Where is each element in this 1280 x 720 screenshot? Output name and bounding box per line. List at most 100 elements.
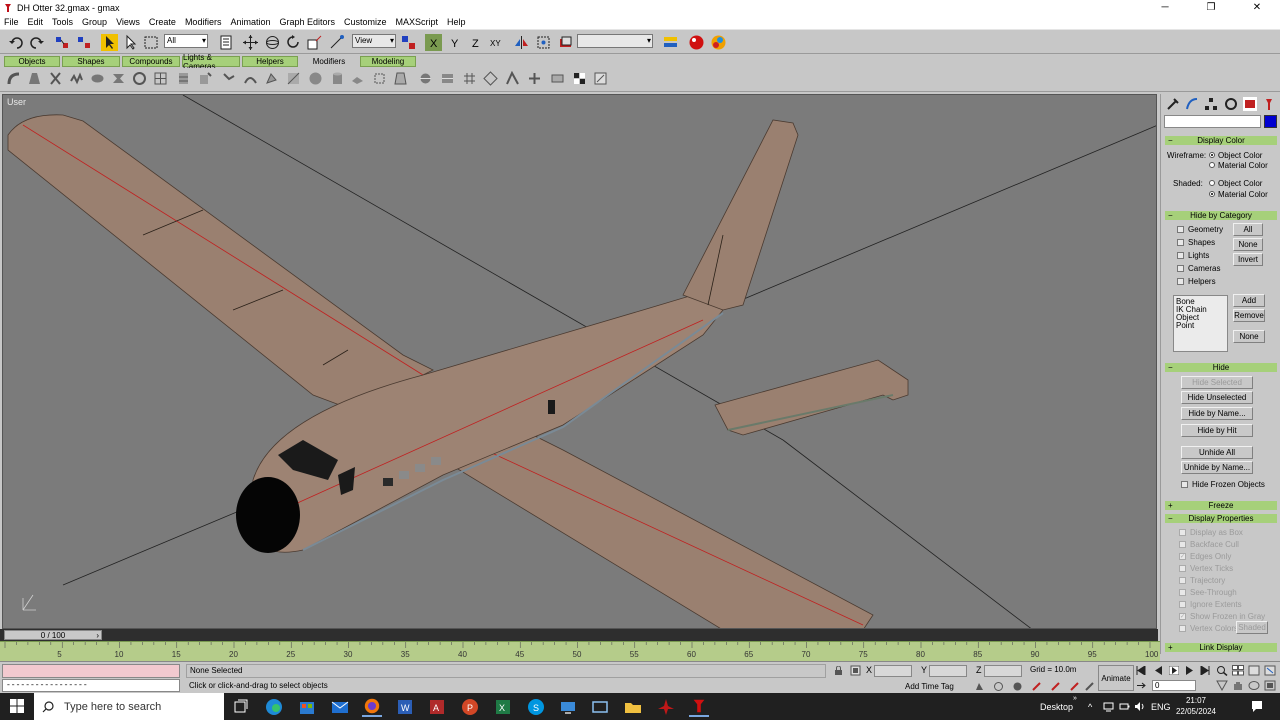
bevel-icon[interactable] bbox=[393, 71, 408, 86]
maximize-viewport-icon[interactable] bbox=[1264, 680, 1276, 691]
menu-tools[interactable]: Tools bbox=[52, 17, 73, 27]
vertex-colors-checkbox[interactable] bbox=[1179, 625, 1186, 632]
display-properties-rollout[interactable]: − Display Properties bbox=[1165, 514, 1277, 523]
next-frame-icon[interactable] bbox=[1185, 666, 1195, 675]
hide-shapes-checkbox[interactable] bbox=[1177, 239, 1184, 246]
category-all-button[interactable]: All bbox=[1233, 223, 1263, 236]
display-color-rollout[interactable]: − Display Color bbox=[1165, 136, 1277, 145]
meshsmooth-icon[interactable] bbox=[264, 71, 279, 86]
hide-selected-button[interactable]: Hide Selected bbox=[1181, 376, 1253, 389]
tab-modeling[interactable]: Modeling bbox=[360, 56, 416, 67]
category-invert-button[interactable]: Invert bbox=[1233, 253, 1263, 266]
bend-modifier-icon[interactable] bbox=[6, 71, 21, 86]
wireframe-material-color-radio[interactable] bbox=[1209, 162, 1215, 168]
shaded-button[interactable]: Shaded bbox=[1236, 621, 1268, 634]
y-coord-field[interactable] bbox=[929, 665, 967, 677]
utilities-panel-icon[interactable] bbox=[1262, 97, 1276, 111]
lock-selection-icon[interactable] bbox=[834, 666, 843, 676]
category-list-none-button[interactable]: None bbox=[1233, 330, 1265, 343]
network-icon[interactable] bbox=[1103, 701, 1114, 712]
menu-customize[interactable]: Customize bbox=[344, 17, 387, 27]
edges-only-checkbox[interactable]: ✓ bbox=[1179, 553, 1186, 560]
windows-start-icon[interactable] bbox=[10, 699, 24, 713]
tab-shapes[interactable]: Shapes bbox=[62, 56, 120, 67]
redo-icon[interactable] bbox=[28, 34, 45, 51]
flight-sim-icon[interactable] bbox=[656, 697, 676, 717]
menu-views[interactable]: Views bbox=[116, 17, 140, 27]
tab-compounds[interactable]: Compounds bbox=[122, 56, 180, 67]
restrict-to-x-icon[interactable]: X bbox=[425, 34, 442, 51]
align-icon[interactable] bbox=[535, 34, 552, 51]
excel-icon[interactable]: X bbox=[493, 697, 513, 717]
tab-lights-cameras[interactable]: Lights & Cameras bbox=[182, 53, 240, 71]
selection-filter-dropdown[interactable]: All ▾ bbox=[164, 34, 208, 48]
trajectory-checkbox[interactable] bbox=[1179, 577, 1186, 584]
current-frame-field[interactable]: 0 bbox=[1152, 680, 1196, 691]
named-selection-icon[interactable] bbox=[557, 34, 574, 51]
skype-icon[interactable]: S bbox=[526, 697, 546, 717]
vertex-paint-icon[interactable] bbox=[593, 71, 608, 86]
smooth-modifier-icon[interactable] bbox=[243, 71, 258, 86]
gmax-taskbar-icon[interactable] bbox=[689, 697, 709, 717]
maxscript-listener-output[interactable] bbox=[2, 664, 180, 678]
restrict-to-xy-icon[interactable]: XY bbox=[489, 34, 506, 51]
shaded-object-color-radio[interactable] bbox=[1209, 180, 1215, 186]
add-time-tag[interactable]: Add Time Tag bbox=[905, 682, 954, 691]
tab-modifiers[interactable]: Modifiers bbox=[300, 56, 358, 67]
user-viewport[interactable]: User bbox=[2, 94, 1157, 629]
freeze-rollout[interactable]: + Freeze bbox=[1165, 501, 1277, 510]
slice-icon[interactable] bbox=[483, 71, 498, 86]
unhide-all-button[interactable]: Unhide All bbox=[1181, 446, 1253, 459]
show-frozen-gray-checkbox[interactable]: ✓ bbox=[1179, 613, 1186, 620]
menu-maxscript[interactable]: MAXScript bbox=[396, 17, 439, 27]
unwrap-uvw-icon[interactable] bbox=[550, 71, 565, 86]
animate-button[interactable]: Animate bbox=[1098, 665, 1134, 691]
battery-icon[interactable] bbox=[1119, 701, 1130, 712]
unlink-selection-icon[interactable] bbox=[76, 34, 93, 51]
chevron-right-double-icon[interactable]: » bbox=[1073, 685, 1077, 712]
helper-category-list[interactable]: Bone IK Chain Object Point bbox=[1173, 295, 1228, 352]
twist-modifier-icon[interactable] bbox=[48, 71, 63, 86]
lattice-modifier-icon[interactable] bbox=[153, 71, 168, 86]
rotate-arrow-icon[interactable] bbox=[285, 34, 302, 51]
mirror-icon[interactable] bbox=[513, 34, 530, 51]
vol-select-icon[interactable] bbox=[462, 71, 477, 86]
time-slider[interactable]: 0 / 100 › bbox=[0, 629, 1158, 641]
maxscript-listener-input[interactable]: ----------------- bbox=[2, 679, 180, 692]
key-mode-icon[interactable] bbox=[1050, 681, 1061, 692]
select-and-link-icon[interactable] bbox=[54, 34, 71, 51]
x-coord-field[interactable] bbox=[874, 665, 912, 677]
powerpoint-icon[interactable]: P bbox=[460, 697, 480, 717]
menu-edit[interactable]: Edit bbox=[28, 17, 44, 27]
hide-lights-checkbox[interactable] bbox=[1177, 252, 1184, 259]
manipulate-icon[interactable] bbox=[328, 34, 345, 51]
list-item[interactable]: IK Chain Object bbox=[1176, 306, 1225, 322]
xform-icon[interactable] bbox=[527, 71, 542, 86]
reference-coordinate-dropdown[interactable]: View ▾ bbox=[352, 34, 396, 48]
tab-objects[interactable]: Objects bbox=[4, 56, 60, 67]
select-by-name-icon[interactable] bbox=[122, 34, 139, 51]
squeeze-modifier-icon[interactable] bbox=[111, 71, 126, 86]
percent-snap-icon[interactable] bbox=[1012, 681, 1023, 692]
remote-desktop-icon[interactable] bbox=[558, 697, 578, 717]
microsoft-store-icon[interactable] bbox=[297, 697, 317, 717]
spherify-modifier-icon[interactable] bbox=[132, 71, 147, 86]
maximize-button[interactable]: ❐ bbox=[1188, 0, 1234, 15]
word-icon[interactable]: W bbox=[395, 697, 415, 717]
stretch-modifier-icon[interactable] bbox=[90, 71, 105, 86]
hide-geometry-checkbox[interactable] bbox=[1177, 226, 1184, 233]
file-explorer-icon[interactable] bbox=[623, 697, 643, 717]
desktop-toolbar-label[interactable]: Desktop bbox=[1040, 693, 1073, 720]
backface-cull-checkbox[interactable] bbox=[1179, 541, 1186, 548]
noise-modifier-icon[interactable] bbox=[69, 71, 84, 86]
absolute-mode-icon[interactable] bbox=[850, 665, 861, 676]
hide-by-hit-button[interactable]: Hide by Hit bbox=[1181, 424, 1253, 437]
hide-unselected-button[interactable]: Hide Unselected bbox=[1181, 391, 1253, 404]
snap-toggle-icon[interactable] bbox=[974, 681, 985, 692]
menu-group[interactable]: Group bbox=[82, 17, 107, 27]
go-to-end-icon[interactable] bbox=[1200, 666, 1210, 675]
angle-snap-icon[interactable] bbox=[993, 681, 1004, 692]
object-color-swatch[interactable] bbox=[1264, 115, 1277, 128]
minimize-button[interactable]: ─ bbox=[1142, 0, 1188, 15]
restrict-to-z-icon[interactable]: Z bbox=[467, 34, 484, 51]
